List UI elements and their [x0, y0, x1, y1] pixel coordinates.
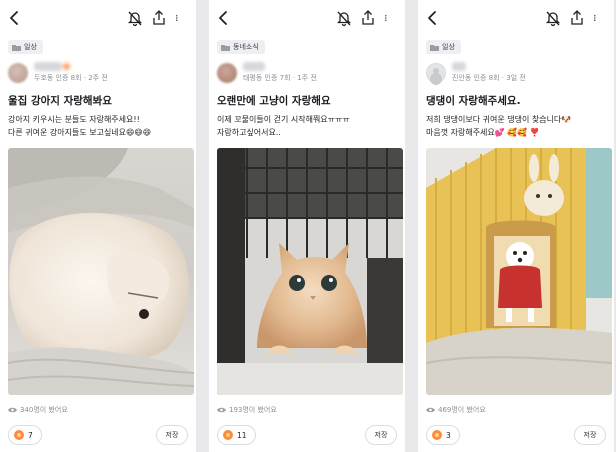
like-button[interactable]: 11: [217, 425, 256, 445]
share-icon[interactable]: [150, 8, 168, 28]
view-count-text: 193명이 봤어요: [229, 406, 277, 414]
eye-icon: [426, 407, 435, 413]
category-label: 일상: [442, 43, 455, 51]
back-arrow-icon[interactable]: [213, 8, 233, 28]
more-options-icon[interactable]: [383, 8, 401, 28]
category-chip[interactable]: 일상: [8, 40, 43, 54]
more-options-icon[interactable]: [174, 8, 192, 28]
notification-off-icon[interactable]: [544, 8, 562, 28]
post-photo[interactable]: [8, 148, 194, 395]
author-meta: 진안동 인증 8회 · 3일 전: [452, 74, 526, 82]
category-chip[interactable]: 동네소식: [217, 40, 265, 54]
folder-icon: [221, 44, 230, 51]
category-label: 일상: [24, 43, 37, 51]
avatar[interactable]: [426, 63, 446, 83]
eye-icon: [217, 407, 226, 413]
share-icon[interactable]: [568, 8, 586, 28]
screenshot-collage: 일상 두호동 인증 8회 · 2주 전 울집 강아지 자랑해봐요 강아지 키우시…: [0, 0, 616, 452]
author-row[interactable]: 두호동 인증 8회 · 2주 전: [8, 61, 192, 85]
view-count: 193명이 봤어요: [217, 405, 277, 415]
like-button[interactable]: 7: [8, 425, 42, 445]
post-photo[interactable]: [426, 148, 612, 395]
post-body: 이제 꼬물이들이 걷기 시작해쭤요ㅠㅠㅠ 자랑하고싶어서요..: [217, 113, 403, 139]
post-body-line: 강아지 키우시는 분들도 자랑해주세요!!: [8, 115, 140, 124]
view-count: 340명이 봤어요: [8, 405, 68, 415]
post-body-line: 자랑하고싶어서요..: [217, 128, 281, 137]
reaction-icon: [432, 430, 442, 440]
notification-off-icon[interactable]: [335, 8, 353, 28]
post-panel-1: 일상 두호동 인증 8회 · 2주 전 울집 강아지 자랑해봐요 강아지 키우시…: [0, 0, 196, 452]
post-body: 강아지 키우시는 분들도 자랑해주세요!! 다른 귀여운 강아지들도 보고싶네요…: [8, 113, 194, 139]
post-photo[interactable]: [217, 148, 403, 395]
top-bar: [209, 0, 405, 36]
post-title: 울집 강아지 자랑해봐요: [8, 95, 112, 107]
author-row[interactable]: 진안동 인증 8회 · 3일 전: [426, 61, 610, 85]
post-body-line: 다른 귀여운 강아지들도 보고싶네요😄😄😄: [8, 128, 152, 137]
back-arrow-icon[interactable]: [422, 8, 442, 28]
eye-icon: [8, 407, 17, 413]
reaction-icon: [223, 430, 233, 440]
author-meta: 두호동 인증 8회 · 2주 전: [34, 74, 108, 82]
post-body-line: 이제 꼬물이들이 걷기 시작해쭤요ㅠㅠㅠ: [217, 115, 350, 124]
post-panel-2: 동네소식 태평동 인증 7회 · 1주 전 오랜만에 고냥이 자랑해요 이제 꼬…: [209, 0, 405, 452]
save-button[interactable]: 저장: [365, 425, 397, 445]
share-icon[interactable]: [359, 8, 377, 28]
author-name-redacted: [452, 62, 466, 71]
back-arrow-icon[interactable]: [4, 8, 24, 28]
post-body-line: 저희 댕댕이보다 귀여운 댕댕이 찾습니다🐶: [426, 115, 572, 124]
avatar[interactable]: [8, 63, 28, 83]
folder-icon: [12, 44, 21, 51]
like-count: 3: [446, 430, 451, 440]
view-count-text: 340명이 봤어요: [20, 406, 68, 414]
top-bar: [0, 0, 196, 36]
author-meta: 태평동 인증 7회 · 1주 전: [243, 74, 317, 82]
view-count-text: 469명이 봤어요: [438, 406, 486, 414]
save-button[interactable]: 저장: [574, 425, 606, 445]
category-label: 동네소식: [233, 43, 259, 51]
post-body: 저희 댕댕이보다 귀여운 댕댕이 찾습니다🐶 마음껏 자랑해주세요💕 🥰🥰 ❣️: [426, 113, 612, 139]
post-body-line: 마음껏 자랑해주세요💕 🥰🥰 ❣️: [426, 128, 540, 137]
view-count: 469명이 봤어요: [426, 405, 486, 415]
top-bar: [418, 0, 614, 36]
save-button[interactable]: 저장: [156, 425, 188, 445]
like-count: 11: [237, 430, 247, 440]
like-count: 7: [28, 430, 33, 440]
more-options-icon[interactable]: [592, 8, 610, 28]
post-title: 댕댕이 자랑해주세요.: [426, 95, 521, 107]
author-name-redacted: [34, 62, 70, 71]
folder-icon: [430, 44, 439, 51]
post-panel-3: 일상 진안동 인증 8회 · 3일 전 댕댕이 자랑해주세요. 저희 댕댕이보다…: [418, 0, 614, 452]
category-chip[interactable]: 일상: [426, 40, 461, 54]
avatar[interactable]: [217, 63, 237, 83]
author-name-redacted: [243, 62, 265, 71]
notification-off-icon[interactable]: [126, 8, 144, 28]
like-button[interactable]: 3: [426, 425, 460, 445]
reaction-icon: [14, 430, 24, 440]
author-row[interactable]: 태평동 인증 7회 · 1주 전: [217, 61, 401, 85]
post-title: 오랜만에 고냥이 자랑해요: [217, 95, 331, 107]
